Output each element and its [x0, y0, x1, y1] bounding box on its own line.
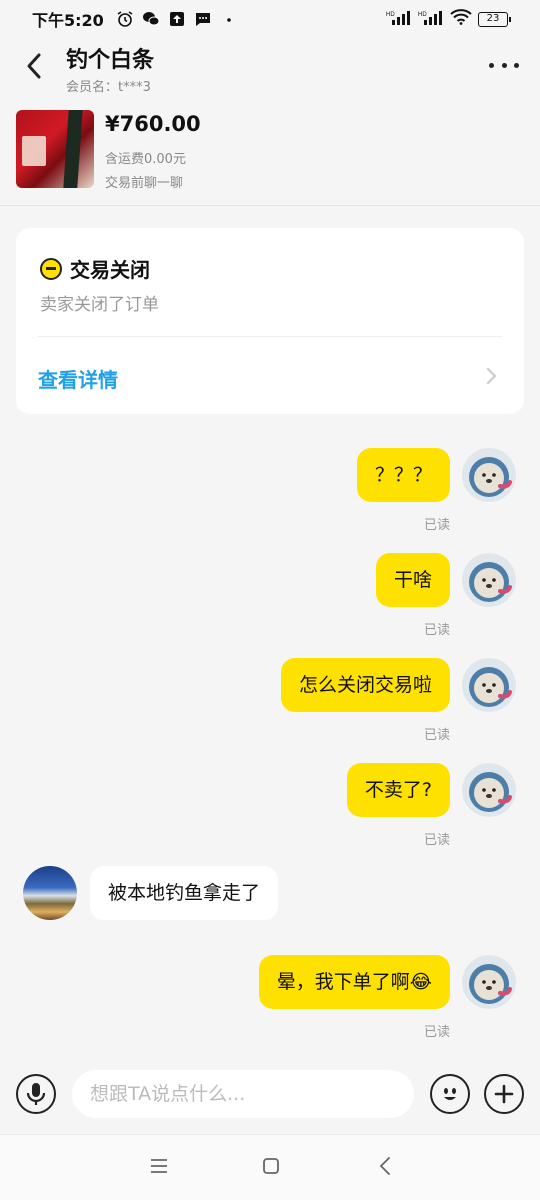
read-receipt: 已读 [423, 728, 450, 743]
signal-icon: HD [386, 9, 412, 29]
menu-nav-button[interactable] [148, 1155, 170, 1177]
product-price: ¥760.00 [105, 112, 201, 136]
status-time: 下午5:20 [32, 11, 104, 30]
product-chat-hint: 交易前聊一聊 [105, 176, 184, 191]
message-row: 已读 不卖了? [0, 763, 540, 848]
my-avatar[interactable] [462, 763, 516, 817]
more-dot-icon [489, 62, 494, 68]
square-icon [263, 1158, 279, 1174]
system-nav-bar [0, 1134, 540, 1200]
status-right: HD HD 23 [386, 9, 511, 29]
sent-message-bubble[interactable]: 晕，我下单了啊😂 [258, 955, 450, 1009]
status-bar: 下午5:20 HD HD 23 [0, 0, 540, 38]
read-receipt: 已读 [423, 518, 450, 533]
emoji-button[interactable] [430, 1074, 470, 1114]
message-row: 已读 ？？？ [0, 448, 540, 533]
read-receipt: 已读 [423, 623, 450, 638]
message-icon [194, 10, 212, 28]
product-image-tag [22, 136, 46, 166]
wechat-icon [142, 10, 160, 28]
chat-header: 钓个白条 会员名：t***3 [0, 38, 540, 98]
upload-icon [168, 10, 186, 28]
microphone-icon [26, 1083, 46, 1105]
back-nav-button[interactable] [374, 1155, 396, 1177]
back-button[interactable] [18, 50, 50, 82]
more-options-button[interactable] [486, 52, 522, 78]
my-avatar[interactable] [462, 553, 516, 607]
my-avatar[interactable] [462, 448, 516, 502]
sent-message-bubble[interactable]: ？？？ [356, 448, 450, 502]
add-button[interactable] [484, 1074, 524, 1114]
sent-message-bubble[interactable]: 不卖了? [346, 763, 450, 817]
product-image[interactable] [16, 110, 94, 188]
message-row: 已读 晕，我下单了啊😂 [0, 955, 540, 1040]
plus-icon [494, 1084, 514, 1104]
home-nav-button[interactable] [260, 1155, 282, 1177]
menu-icon [151, 1159, 167, 1173]
triangle-back-icon [379, 1157, 390, 1175]
input-bar [0, 1062, 540, 1134]
trade-status-row: 交易关闭 [40, 254, 150, 283]
trade-status-card: 交易关闭 卖家关闭了订单 查看详情 [16, 228, 524, 414]
battery-icon: 23 [478, 11, 511, 27]
received-message-bubble[interactable]: 被本地钓鱼拿走了 [90, 866, 279, 920]
dot-icon [220, 10, 238, 28]
wifi-icon [450, 9, 472, 29]
signal-icon-2: HD [418, 9, 444, 29]
page-title: 钓个白条 [66, 48, 155, 73]
status-left: 下午5:20 [32, 7, 238, 31]
sent-message-bubble[interactable]: 怎么关闭交易啦 [280, 658, 450, 712]
my-avatar[interactable] [462, 658, 516, 712]
message-input[interactable] [72, 1070, 414, 1118]
trade-description: 卖家关闭了订单 [40, 295, 159, 315]
more-dot-icon [501, 62, 507, 68]
alarm-icon [116, 10, 134, 28]
view-details-link[interactable]: 查看详情 [38, 364, 118, 393]
smiley-icon [444, 1088, 456, 1100]
more-dot-icon [514, 62, 519, 68]
product-summary[interactable]: ¥760.00 含运费0.00元 交易前聊一聊 [0, 100, 540, 206]
svg-text:HD: HD [418, 12, 427, 18]
divider [38, 336, 502, 337]
trade-status: 交易关闭 [70, 258, 150, 282]
message-row: 已读 怎么关闭交易啦 [0, 658, 540, 743]
svg-text:HD: HD [386, 12, 395, 18]
read-receipt: 已读 [423, 833, 450, 848]
product-image-rod [63, 110, 83, 188]
other-user-avatar[interactable] [23, 866, 77, 920]
chevron-right-icon[interactable] [484, 366, 500, 386]
voice-button[interactable] [16, 1074, 56, 1114]
sent-message-bubble[interactable]: 干啥 [375, 553, 450, 607]
message-row: 被本地钓鱼拿走了 [0, 866, 540, 946]
minus-circle-icon [40, 257, 62, 280]
member-name: 会员名：t***3 [66, 80, 151, 95]
read-receipt: 已读 [423, 1025, 450, 1040]
product-shipping: 含运费0.00元 [105, 152, 186, 167]
message-row: 已读 干啥 [0, 553, 540, 638]
chevron-left-icon [27, 53, 41, 79]
my-avatar[interactable] [462, 955, 516, 1009]
